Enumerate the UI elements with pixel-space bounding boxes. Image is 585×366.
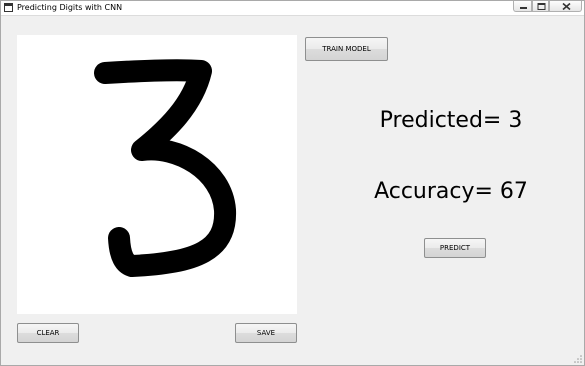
accuracy-label: Accuracy= 67 <box>374 179 528 204</box>
title-bar[interactable]: Predicting Digits with CNN <box>1 1 584 16</box>
clear-button[interactable]: CLEAR <box>17 323 79 343</box>
maximize-button[interactable] <box>532 1 549 12</box>
save-button[interactable]: SAVE <box>235 323 297 343</box>
train-model-button[interactable]: TRAIN MODEL <box>305 37 388 61</box>
drawing-canvas[interactable] <box>17 35 297 314</box>
maximize-icon <box>537 3 546 10</box>
close-icon <box>562 2 571 11</box>
drawn-digit-stroke <box>94 59 237 277</box>
app-window: Predicting Digits with CNN TRAIN MODEL P… <box>0 0 585 366</box>
window-title: Predicting Digits with CNN <box>17 3 123 12</box>
minimize-button[interactable] <box>513 1 532 12</box>
predict-button[interactable]: PREDICT <box>424 238 486 258</box>
predicted-label: Predicted= 3 <box>379 108 523 133</box>
close-button[interactable] <box>549 1 582 12</box>
resize-grip-icon[interactable] <box>573 354 583 364</box>
app-window-icon <box>4 3 13 12</box>
minimize-icon <box>520 7 527 9</box>
